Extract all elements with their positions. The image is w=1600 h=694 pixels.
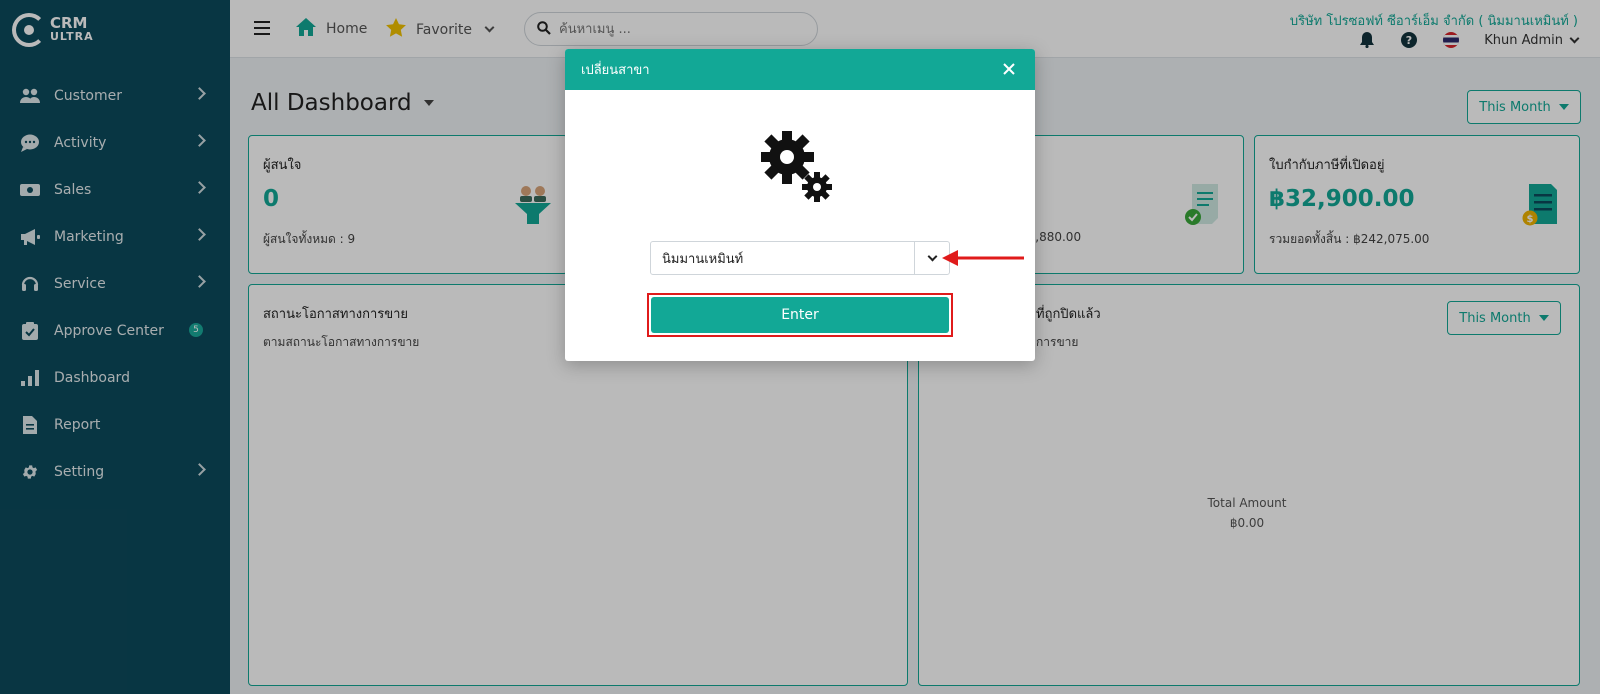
- close-icon[interactable]: [999, 59, 1019, 79]
- enter-button-highlight: Enter: [647, 293, 953, 337]
- enter-button[interactable]: Enter: [651, 297, 949, 333]
- modal-header: เปลี่ยนสาขา: [565, 49, 1035, 90]
- change-branch-modal: เปลี่ยนสาขา นิมมานเหมินท์ Enter: [565, 49, 1035, 361]
- branch-select[interactable]: นิมมานเหมินท์: [650, 241, 950, 275]
- gears-icon: [760, 130, 837, 211]
- red-arrow-pointer-icon: [940, 248, 1026, 272]
- modal-title: เปลี่ยนสาขา: [581, 63, 650, 78]
- chevron-down-icon: [927, 251, 937, 261]
- branch-select-value: นิมมานเหมินท์: [662, 251, 744, 267]
